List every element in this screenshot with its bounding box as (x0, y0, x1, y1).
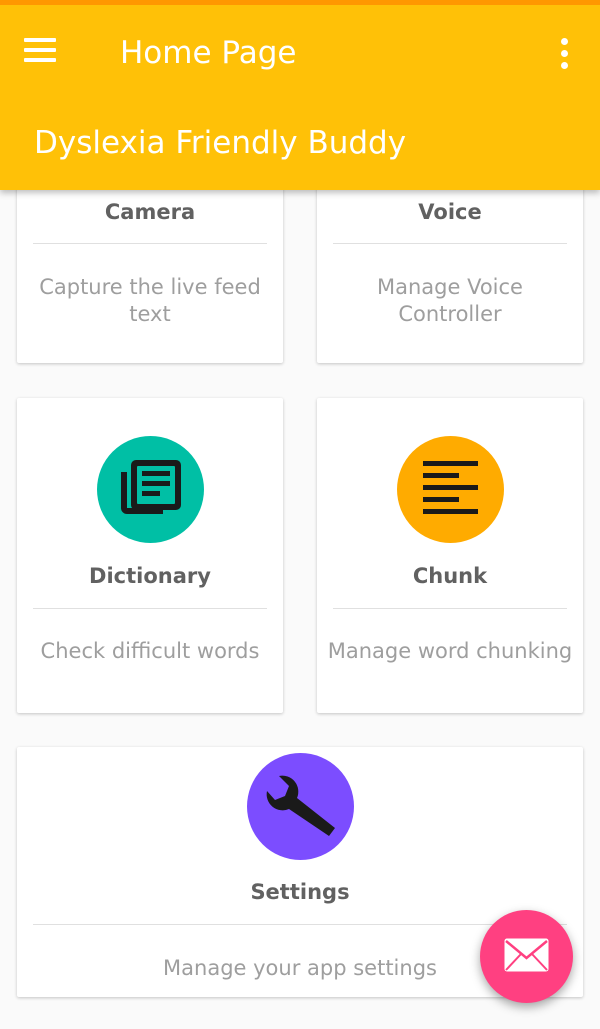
hamburger-menu-icon[interactable] (18, 32, 62, 72)
toolbar: Home Page (0, 5, 600, 97)
dictionary-card[interactable]: Dictionary Check difficult words (17, 398, 283, 713)
card-divider (333, 243, 567, 244)
library-books-icon (97, 436, 204, 543)
align-left-icon (397, 436, 504, 543)
voice-card-description: Manage Voice Controller (377, 275, 523, 326)
camera-card-title: Camera (104, 200, 196, 224)
mail-fab-button[interactable] (480, 910, 573, 1003)
camera-card-description: Capture the live feed text (39, 275, 261, 326)
card-divider (33, 608, 267, 609)
app-banner: Dyslexia Friendly Buddy (0, 97, 600, 190)
mail-icon (504, 938, 549, 972)
card-divider (33, 243, 267, 244)
page-title: Home Page (120, 35, 297, 71)
chunk-card[interactable]: Chunk Manage word chunking (317, 398, 583, 713)
chunk-card-description: Manage word chunking (327, 639, 573, 663)
settings-card-title: Settings (250, 880, 350, 904)
dictionary-card-title: Dictionary (89, 564, 211, 588)
card-divider (333, 608, 567, 609)
app-screen: Home Page Dyslexia Friendly Buddy Camera… (0, 0, 600, 1029)
voice-card-title: Voice (418, 200, 482, 224)
app-name: Dyslexia Friendly Buddy (34, 125, 407, 161)
wrench-icon (247, 753, 354, 860)
more-vert-icon[interactable] (548, 35, 580, 75)
chunk-card-title: Chunk (412, 564, 488, 588)
card-divider (33, 924, 567, 925)
dictionary-card-description: Check difficult words (40, 639, 260, 663)
